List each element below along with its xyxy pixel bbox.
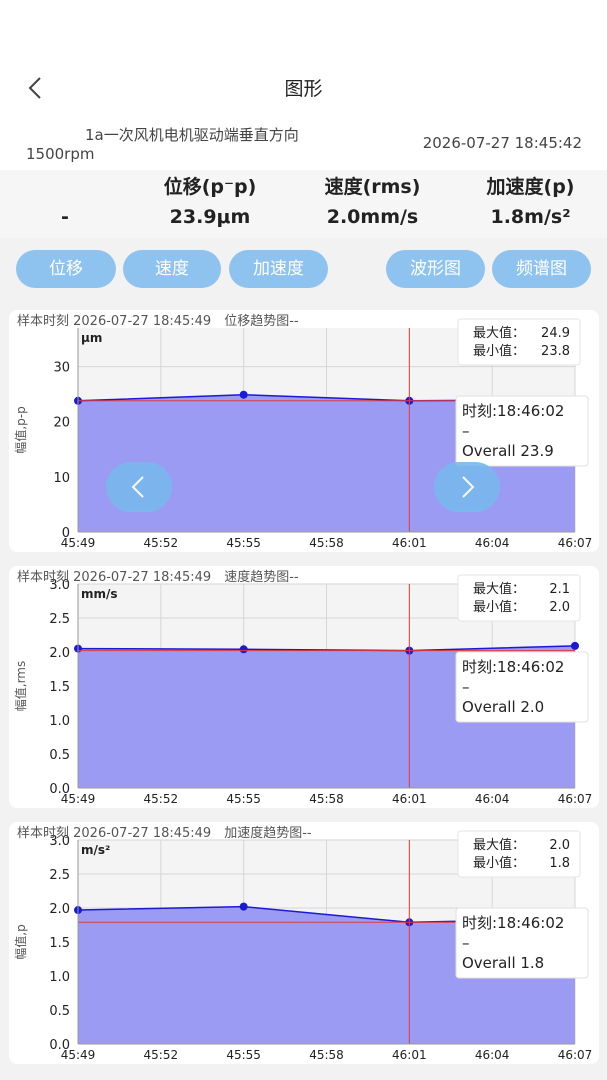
summary-header-velocity: 速度(rms) [324, 176, 421, 198]
x-tick-label: 45:55 [226, 1048, 261, 1062]
button-row: 位移 速度 加速度 波形图 频谱图 [0, 250, 607, 290]
x-tick-label: 45:58 [309, 1048, 344, 1062]
summary-value-velocity: 2.0mm/s [326, 206, 419, 228]
device-speed: 1500rpm [26, 145, 95, 163]
x-tick-label: 46:01 [392, 1048, 427, 1062]
tooltip-dash: – [462, 934, 470, 952]
x-tick-label: 45:49 [61, 1048, 96, 1062]
max-value: 2.0 [549, 838, 570, 853]
x-tick-label: 46:01 [392, 792, 427, 806]
summary-value-acceleration: 1.8m/s² [490, 206, 571, 228]
x-tick-label: 45:49 [61, 792, 96, 806]
x-tick-label: 45:52 [144, 1048, 179, 1062]
displacement-trend-card: 0 10 20 30 45:49 45:52 45:55 45:58 46:01 46:04 46:… [9, 310, 599, 552]
tooltip-dash: – [462, 678, 470, 696]
tooltip-time: 时刻:18:46:02 [462, 402, 564, 420]
y-tick-label: 1.5 [49, 680, 70, 695]
page-title: 图形 [284, 78, 323, 100]
velocity-trend-card: 0.0 0.5 1.0 1.5 2.0 2.5 3.0 45:49 45:52 45:55 45:5… [9, 566, 599, 808]
tooltip-overall: Overall 23.9 [462, 442, 554, 460]
tooltip-overall: Overall 1.8 [462, 954, 544, 972]
y-tick-label: 2.0 [49, 902, 70, 917]
velocity-button[interactable]: 速度 [123, 250, 221, 288]
title-bar: 图形 [0, 60, 607, 114]
data-point [571, 641, 579, 650]
x-tick-label: 46:07 [558, 1048, 593, 1062]
device-timestamp: 2026-07-27 18:45:42 [422, 134, 582, 152]
y-tick-label: 1.5 [49, 936, 70, 951]
max-label: 最大值： [473, 325, 525, 341]
max-label: 最大值： [473, 581, 525, 597]
tooltip-time: 时刻:18:46:02 [462, 914, 564, 932]
waveform-button[interactable]: 波形图 [386, 250, 485, 288]
summary-table: 位移(p⁻p) 速度(rms) 加速度(p) - 23.9μm 2.0mm/s … [0, 170, 607, 238]
chart-title: 样本时刻 2026-07-27 18:45:49 位移趋势图-- [17, 313, 299, 329]
displacement-button[interactable]: 位移 [16, 250, 116, 288]
y-tick-label: 0.5 [49, 748, 70, 763]
data-point [239, 902, 248, 911]
summary-value-displacement: 23.9μm [169, 206, 251, 228]
max-label: 最大值： [473, 837, 525, 853]
max-value: 2.1 [549, 582, 570, 597]
x-tick-label: 46:04 [475, 792, 510, 806]
acceleration-trend-card: 0.0 0.5 1.0 1.5 2.0 2.5 3.0 45:49 45:52 45:55 45:5… [9, 822, 599, 1064]
data-point [239, 645, 248, 654]
min-value: 1.8 [549, 856, 570, 871]
x-tick-label: 45:52 [144, 792, 179, 806]
chart-title: 样本时刻 2026-07-27 18:45:49 加速度趋势图-- [17, 825, 312, 841]
x-tick-label: 45:55 [226, 536, 261, 550]
summary-header-displacement: 位移(p⁻p) [163, 176, 257, 198]
acceleration-trend-chart[interactable]: 0.00.51.01.52.02.53.045:49 45:52 45:55 45:5… [9, 822, 599, 1064]
y-tick-label: 1.0 [49, 714, 70, 729]
y-tick-label: 10 [53, 471, 70, 486]
y-axis-label: 幅值,p [13, 924, 28, 959]
min-label: 最小值： [473, 855, 525, 871]
next-button[interactable] [434, 462, 500, 512]
x-tick-label: 46:07 [558, 536, 593, 550]
unit-label: μm [81, 331, 102, 345]
spectrum-button[interactable]: 频谱图 [492, 250, 591, 288]
y-tick-label: 30 [53, 361, 70, 376]
unit-label: mm/s [81, 587, 118, 601]
max-value: 24.9 [541, 326, 570, 341]
status-bar [0, 0, 607, 60]
min-label: 最小值： [473, 599, 525, 615]
displacement-trend-chart[interactable]: 010203045:49 45:52 45:55 45:58 46:01 46:04 46:… [9, 310, 599, 552]
device-name: 1a一次风机电机驱动端垂直方向 [85, 126, 299, 144]
y-tick-label: 2.5 [49, 612, 70, 627]
y-tick-label: 2.5 [49, 868, 70, 883]
data-point [239, 390, 248, 399]
unit-label: m/s² [81, 843, 110, 857]
x-tick-label: 46:04 [475, 536, 510, 550]
min-value: 2.0 [549, 600, 570, 615]
chevron-left-icon [131, 476, 144, 498]
acceleration-button[interactable]: 加速度 [229, 250, 328, 288]
tooltip-dash: – [462, 422, 470, 440]
x-tick-label: 45:52 [144, 536, 179, 550]
x-tick-label: 45:58 [309, 536, 344, 550]
chevron-right-icon [462, 476, 475, 498]
y-tick-label: 20 [53, 416, 70, 431]
x-tick-label: 45:58 [309, 792, 344, 806]
x-tick-label: 46:07 [558, 792, 593, 806]
y-tick-label: 1.0 [49, 970, 70, 985]
device-info: 1a一次风机电机驱动端垂直方向 1500rpm 2026-07-27 18:45… [0, 114, 607, 170]
x-tick-label: 45:49 [61, 536, 96, 550]
prev-button[interactable] [106, 462, 172, 512]
tooltip-overall: Overall 2.0 [462, 698, 544, 716]
summary-blank: - [61, 206, 69, 228]
y-axis-label: 幅值,p-p [13, 406, 28, 453]
tooltip-time: 时刻:18:46:02 [462, 658, 564, 676]
min-value: 23.8 [541, 344, 570, 359]
y-tick-label: 2.0 [49, 646, 70, 661]
y-axis-label: 幅值,rms [13, 661, 28, 711]
summary-header-acceleration: 加速度(p) [486, 176, 575, 198]
x-tick-label: 45:55 [226, 792, 261, 806]
y-tick-label: 0.5 [49, 1004, 70, 1019]
x-tick-label: 46:04 [475, 1048, 510, 1062]
velocity-trend-chart[interactable]: 0.00.51.01.52.02.53.045:49 45:52 45:55 45:5… [9, 566, 599, 808]
chart-title: 样本时刻 2026-07-27 18:45:49 速度趋势图-- [17, 569, 299, 585]
min-label: 最小值： [473, 343, 525, 359]
x-tick-label: 46:01 [392, 536, 427, 550]
